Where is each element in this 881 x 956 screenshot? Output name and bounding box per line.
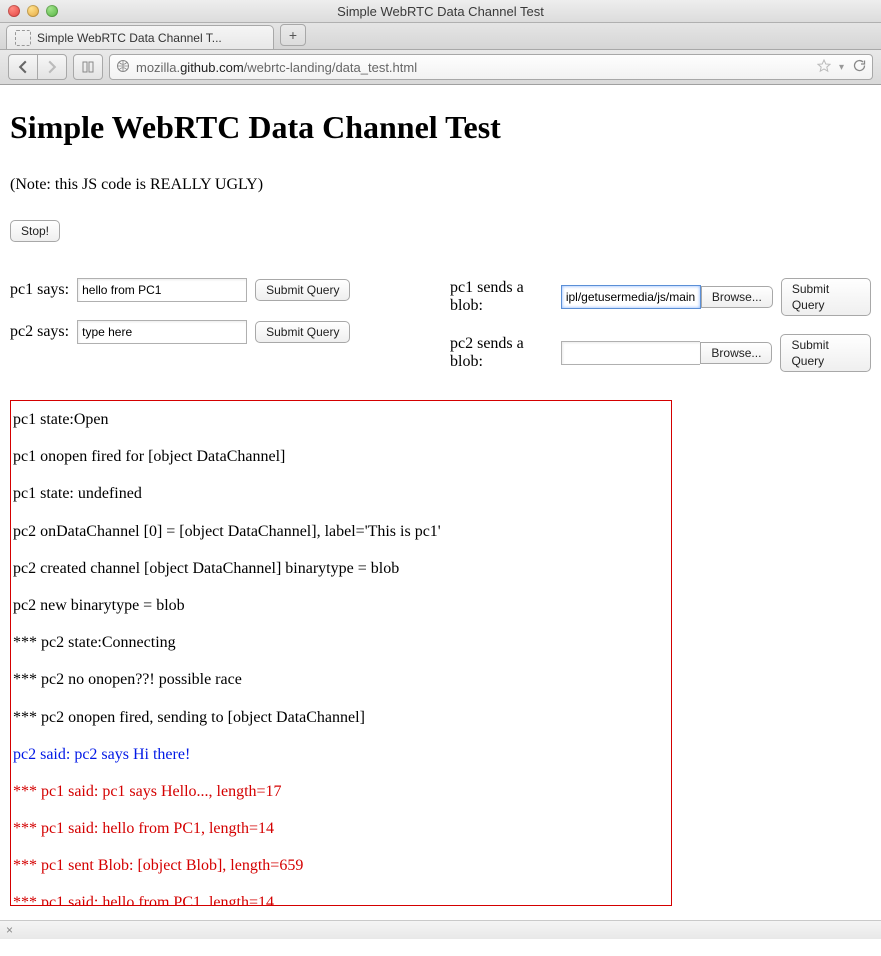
pc2-blob-submit-button[interactable]: Submit Query (780, 334, 871, 372)
url-path: /webrtc-landing/data_test.html (244, 60, 417, 75)
minimize-window-icon[interactable] (27, 5, 39, 17)
zoom-window-icon[interactable] (46, 5, 58, 17)
dropdown-icon[interactable]: ▾ (839, 62, 844, 73)
plus-icon: + (289, 27, 297, 43)
pc1-says-label: pc1 says: (10, 281, 69, 299)
pc2-says-input[interactable] (77, 320, 247, 344)
forward-button[interactable] (37, 54, 67, 80)
log-line: *** pc2 onopen fired, sending to [object… (11, 699, 671, 736)
log-line: pc1 state: undefined (11, 475, 671, 512)
tab-favicon-icon (15, 30, 31, 46)
close-window-icon[interactable] (8, 5, 20, 17)
page-content: Simple WebRTC Data Channel Test (Note: t… (0, 85, 881, 920)
log-line: pc2 created channel [object DataChannel]… (11, 550, 671, 587)
log-line: *** pc2 no onopen??! possible race (11, 661, 671, 698)
window-titlebar: Simple WebRTC Data Channel Test (0, 0, 881, 23)
pc2-says-submit-button[interactable]: Submit Query (255, 321, 350, 343)
log-line: *** pc1 said: pc1 says Hello..., length=… (11, 773, 671, 810)
tab-title: Simple WebRTC Data Channel T... (37, 31, 222, 45)
url-text: mozilla.github.com/webrtc-landing/data_t… (136, 60, 417, 75)
log-line: pc1 state:Open (11, 401, 671, 438)
pc1-says-input[interactable] (77, 278, 247, 302)
pc2-browse-button[interactable]: Browse... (700, 342, 772, 364)
log-line: *** pc1 sent Blob: [object Blob], length… (11, 847, 671, 884)
pc1-browse-button[interactable]: Browse... (701, 286, 773, 308)
page-note: (Note: this JS code is REALLY UGLY) (10, 176, 871, 194)
stop-button[interactable]: Stop! (10, 220, 60, 242)
pc1-blob-submit-button[interactable]: Submit Query (781, 278, 871, 316)
log-line: pc2 onDataChannel [0] = [object DataChan… (11, 513, 671, 550)
book-icon (81, 60, 95, 74)
log-line: pc2 new binarytype = blob (11, 587, 671, 624)
bookmark-icon[interactable] (817, 59, 831, 76)
url-prefix: mozilla. (136, 60, 180, 75)
reload-icon[interactable] (852, 59, 866, 76)
log-line: pc1 onopen fired for [object DataChannel… (11, 438, 671, 475)
log-line: *** pc2 state:Connecting (11, 624, 671, 661)
pc2-blob-label: pc2 sends a blob: (450, 335, 553, 371)
reader-button[interactable] (73, 54, 103, 80)
globe-icon (116, 59, 130, 76)
log-line: pc2 said: pc2 says Hi there! (11, 736, 671, 773)
new-tab-button[interactable]: + (280, 24, 306, 46)
nav-toolbar: mozilla.github.com/webrtc-landing/data_t… (0, 50, 881, 85)
back-button[interactable] (8, 54, 37, 80)
chevron-right-icon (45, 60, 59, 74)
tab-strip: Simple WebRTC Data Channel T... + (0, 23, 881, 50)
browser-tab[interactable]: Simple WebRTC Data Channel T... (6, 25, 274, 49)
url-bar[interactable]: mozilla.github.com/webrtc-landing/data_t… (109, 54, 873, 80)
window-title: Simple WebRTC Data Channel Test (0, 4, 881, 19)
url-host: github.com (180, 60, 244, 75)
pc1-blob-label: pc1 sends a blob: (450, 279, 553, 315)
pc2-blob-input[interactable] (561, 341, 700, 365)
chevron-left-icon (16, 60, 30, 74)
pc1-blob-input[interactable] (561, 285, 701, 309)
window-controls (8, 5, 58, 17)
page-heading: Simple WebRTC Data Channel Test (10, 109, 871, 146)
log-line: *** pc1 said: hello from PC1, length=14 (11, 810, 671, 847)
status-close-icon[interactable]: × (6, 923, 13, 937)
pc2-says-label: pc2 says: (10, 323, 69, 341)
log-line: *** pc1 said: hello from PC1, length=14 (11, 884, 671, 906)
status-bar: × (0, 920, 881, 939)
log-output[interactable]: pc1 state:Openpc1 onopen fired for [obje… (10, 400, 672, 906)
pc1-says-submit-button[interactable]: Submit Query (255, 279, 350, 301)
